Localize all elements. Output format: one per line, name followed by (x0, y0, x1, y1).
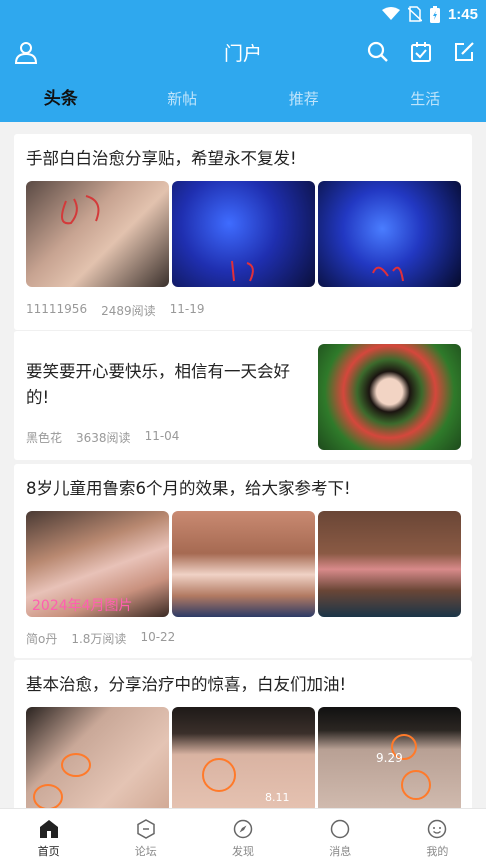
compose-button[interactable] (450, 38, 478, 66)
edit-icon (455, 42, 474, 61)
post-title[interactable]: 手部白白治愈分享贴，希望永不复发! (26, 146, 297, 172)
nav-discover[interactable]: 发现 (194, 809, 291, 864)
post-card[interactable]: 要笑要开心要快乐，相信有一天会好 的! 黑色花 3638阅读 11-04 (14, 330, 472, 460)
post-title-line: 要笑要开心要快乐，相信有一天会好 (26, 362, 290, 381)
bottom-nav: 首页 论坛 发现 消息 我的 (0, 808, 486, 864)
post-image[interactable] (318, 511, 461, 617)
no-sim-icon (407, 6, 422, 22)
nav-label: 首页 (37, 845, 60, 858)
post-meta: 简o丹 1.8万阅读 10-22 (26, 630, 175, 647)
post-thumbnail[interactable] (318, 344, 461, 450)
post-reads: 2489阅读 (101, 304, 156, 318)
nav-label: 我的 (426, 845, 449, 858)
compass-icon (233, 819, 253, 839)
nav-messages[interactable]: 消息 (292, 809, 389, 864)
tab-life[interactable]: 生活 (365, 76, 486, 122)
post-image[interactable]: 8.11 (172, 707, 315, 808)
post-images (26, 181, 461, 287)
post-date: 11-19 (169, 302, 205, 316)
checkin-button[interactable] (407, 38, 435, 66)
post-image[interactable] (26, 181, 169, 287)
post-image[interactable] (318, 181, 461, 287)
wifi-icon (381, 7, 400, 20)
post-card[interactable]: 8岁儿童用鲁索6个月的效果，给大家参考下! 2024年4月图片 简o丹 1.8万… (14, 464, 472, 658)
nav-label: 论坛 (134, 845, 157, 858)
tab-recommended[interactable]: 推荐 (243, 76, 365, 122)
post-title[interactable]: 基本治愈，分享治疗中的惊喜，白友们加油! (26, 672, 346, 698)
post-meta: 黑色花 3638阅读 11-04 (26, 429, 179, 446)
post-author: 简o丹 (26, 632, 58, 646)
post-date: 10-22 (140, 630, 176, 644)
post-title[interactable]: 要笑要开心要快乐，相信有一天会好 的! (26, 359, 311, 411)
app-bar: 门户 (0, 28, 486, 76)
status-bar: 1:45 (0, 0, 486, 28)
post-reads: 3638阅读 (76, 431, 131, 445)
photo-date-label: 9.29 (376, 751, 403, 765)
post-meta: 11111956 2489阅读 11-19 (26, 302, 205, 319)
photo-caption: 2024年4月图片 (32, 598, 133, 614)
post-image[interactable] (172, 511, 315, 617)
post-reads: 1.8万阅读 (71, 632, 127, 646)
nav-mine[interactable]: 我的 (389, 809, 486, 864)
feed: 手部白白治愈分享贴，希望永不复发! 11111956 2489阅读 11-19 … (0, 122, 486, 808)
post-title[interactable]: 8岁儿童用鲁索6个月的效果，给大家参考下! (26, 476, 351, 502)
category-tabs: 头条 新帖 推荐 生活 (0, 76, 486, 122)
post-image[interactable]: 9.29 (318, 707, 461, 808)
post-author: 黑色花 (26, 431, 63, 445)
post-date: 11-04 (144, 429, 180, 443)
calendar-check-icon (411, 42, 431, 62)
nav-forum[interactable]: 论坛 (97, 809, 194, 864)
search-icon (367, 41, 388, 62)
search-button[interactable] (364, 38, 392, 66)
tab-headlines[interactable]: 头条 (0, 76, 122, 122)
status-icons: 1:45 (381, 4, 478, 24)
forum-icon (137, 819, 155, 839)
photo-date-label: 8.11 (265, 791, 290, 804)
post-card[interactable]: 手部白白治愈分享贴，希望永不复发! 11111956 2489阅读 11-19 (14, 134, 472, 330)
status-time: 1:45 (447, 5, 478, 23)
nav-home[interactable]: 首页 (0, 809, 97, 864)
post-image[interactable] (172, 181, 315, 287)
profile-icon (428, 819, 447, 839)
post-images: 2024年4月图片 (26, 511, 461, 617)
tab-new-posts[interactable]: 新帖 (122, 76, 244, 122)
post-title-line: 的! (26, 388, 50, 407)
post-author: 11111956 (26, 302, 88, 316)
post-image[interactable] (26, 707, 169, 808)
message-icon (330, 819, 350, 839)
post-image[interactable]: 2024年4月图片 (26, 511, 169, 617)
post-images: 8.11 9.29 (26, 707, 461, 808)
home-icon (39, 820, 58, 838)
nav-label: 消息 (329, 845, 352, 858)
battery-icon (429, 5, 440, 23)
post-card[interactable]: 基本治愈，分享治疗中的惊喜，白友们加油! 8.11 9.29 (14, 660, 472, 808)
nav-label: 发现 (232, 845, 254, 858)
